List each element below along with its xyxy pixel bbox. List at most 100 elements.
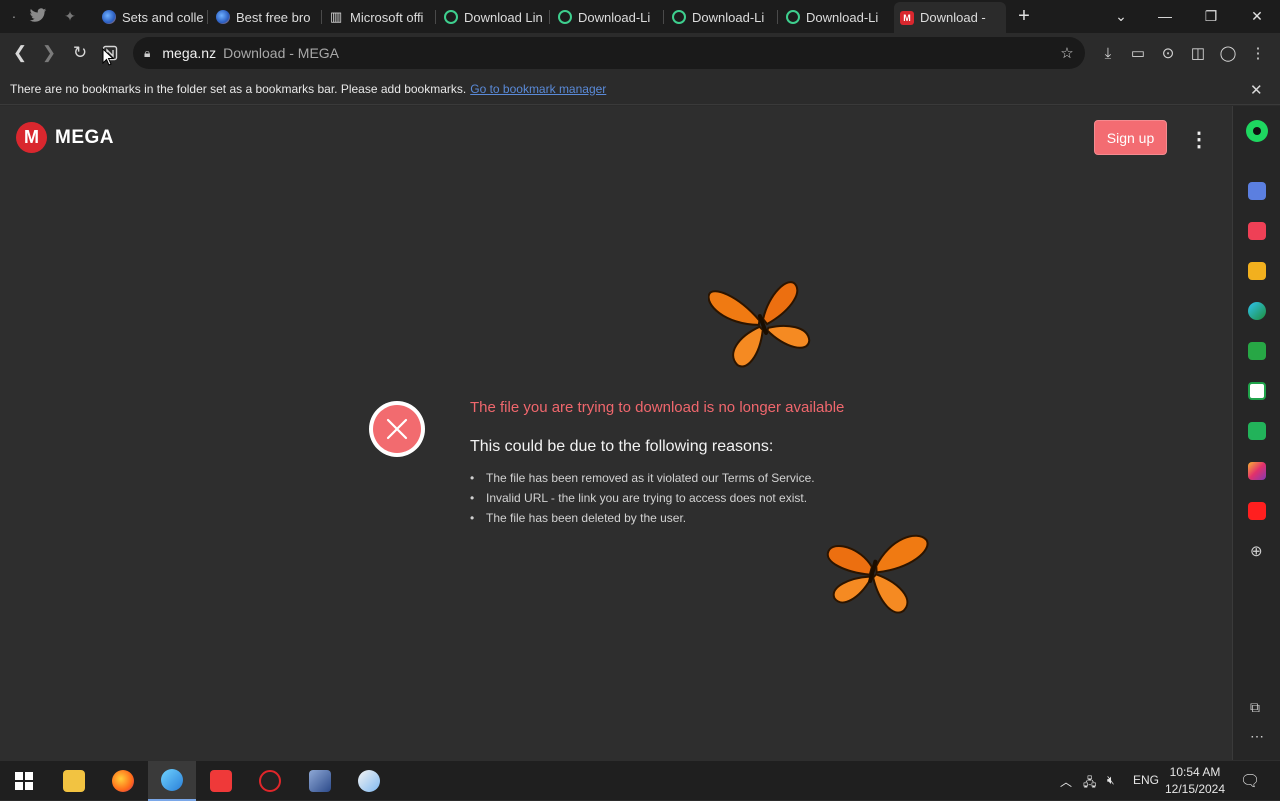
mega-logo[interactable]: M MEGA [16,122,114,153]
notifications-button[interactable]: 🗨︎ [1240,771,1260,791]
profile-button[interactable]: ◯ [1217,42,1239,64]
clock[interactable]: 10:54 AM 12/15/2024 [1160,764,1230,798]
taskbar-vivaldi[interactable] [197,761,245,801]
download-icon: ⤓ [1104,44,1112,62]
start-button[interactable] [0,761,48,801]
tab-download-link-4[interactable]: Download-Li [780,4,892,30]
minimize-icon: — [1158,8,1172,24]
tab-label: Download Lin [464,9,543,25]
tab-label: Sets and colle [122,9,204,25]
language-indicator[interactable]: ENG [1133,773,1159,787]
bookmark-manager-link[interactable]: Go to bookmark manager [470,82,606,96]
messenger-icon[interactable] [1248,182,1266,200]
video-button[interactable]: ▭ [1127,42,1149,64]
favorites-icon[interactable] [1248,262,1266,280]
tab-download-link-3[interactable]: Download-Li [666,4,778,30]
twitter-icon [29,8,47,22]
app-icon [309,770,331,792]
address-bar[interactable]: 🔒︎ mega.nz Download - MEGA [133,37,1085,69]
sidebar-more-button[interactable]: ⋯ [1250,728,1264,745]
plus-icon: ⊕ [1250,543,1263,560]
tab-download-mega-active[interactable]: M Download - [894,2,1006,33]
downloads-button[interactable]: ⤓ [1097,42,1119,64]
loading-ring-icon [786,10,800,24]
stocks-icon[interactable] [1248,382,1266,400]
taskbar-firefox[interactable] [99,761,147,801]
mega-logo-text: MEGA [55,126,114,148]
sign-up-button[interactable]: Sign up [1094,120,1167,155]
add-sidebar-app-button[interactable]: ⊕ [1250,542,1263,560]
page-menu-button[interactable]: ⋮ [1189,128,1209,151]
windows-taskbar: ︿ 🖧︎ 🔇︎ ENG 10:54 AM 12/15/2024 🗨︎ [0,760,1280,801]
close-bookmarks-bar-button[interactable]: ✕ [1250,81,1263,99]
spotify-icon[interactable] [1246,120,1268,142]
plus-icon: + [1018,4,1030,27]
address-page-title: Download - MEGA [223,45,340,61]
reload-button[interactable]: ↻ [66,39,94,67]
new-tab-button[interactable]: + [1010,4,1038,28]
show-hidden-icons-button[interactable]: ︿ [1060,773,1072,790]
app-icon [259,770,281,792]
tab-microsoft-office[interactable]: ▥ Microsoft offi [324,4,436,30]
back-button[interactable]: ❮ [6,39,34,67]
list-item: The file has been deleted by the user. [470,510,815,530]
taskbar-file-explorer[interactable] [50,761,98,801]
open-external-button[interactable]: ⧉ [1250,699,1260,716]
tab-label: Best free bro [236,9,311,25]
add-favorite-button[interactable]: ☆ [1056,42,1078,64]
pinned-tab-twitter[interactable] [24,4,52,28]
video-camera-icon: ▭ [1130,45,1146,62]
pinned-tab-3[interactable]: ✦ [56,4,84,28]
lock-icon[interactable]: 🔒︎ [144,46,150,61]
close-icon: ✕ [1250,82,1263,99]
restore-button[interactable]: ❐ [1188,0,1234,32]
tab-sets-and-collections[interactable]: Sets and colle [96,4,208,30]
more-vertical-icon: ⋮ [1189,128,1209,151]
tab-label: Download-Li [578,9,651,25]
split-view-button[interactable]: ◫ [1187,42,1209,64]
split-view-icon: ◫ [1190,45,1206,62]
tab-strip: · ✦ Sets and colle Best free bro ▥ Micro… [0,0,1280,33]
vivaldi-icon [210,770,232,792]
taskbar-app-red[interactable] [246,761,294,801]
tab-search-button[interactable]: ⌄ [1098,0,1144,32]
browser-menu-button[interactable]: ⋮ [1247,42,1269,64]
screenshot-button[interactable]: ⊙ [1157,42,1179,64]
close-icon: ✕ [1251,7,1263,24]
tab-download-link-2[interactable]: Download-Li [552,4,664,30]
windows-icon [15,772,33,790]
mega-favicon-icon: M [900,10,914,25]
pocket-icon[interactable] [1248,222,1266,240]
tab-download-link-1[interactable]: Download Lin [438,4,550,30]
youtube-icon[interactable] [1248,502,1266,520]
minimize-button[interactable]: — [1142,0,1188,32]
game-icon[interactable] [1248,422,1266,440]
chevron-down-icon: ⌄ [1115,7,1127,24]
edge-icon[interactable] [1248,302,1266,320]
volume-muted-icon[interactable]: 🔇︎ [1107,773,1115,788]
clock-time: 10:54 AM [1169,765,1221,779]
error-icon [369,401,425,457]
reasons-heading: This could be due to the following reaso… [470,438,774,455]
loading-ring-icon [558,10,572,24]
restore-icon: ❐ [1204,7,1218,24]
notification-icon: 🗨︎ [1240,773,1261,790]
tab-best-free-browser[interactable]: Best free bro [210,4,322,30]
taskbar-app-blue[interactable] [296,761,344,801]
chevron-up-icon: ︿ [1060,775,1073,789]
forward-button[interactable]: ❯ [35,39,63,67]
close-window-button[interactable]: ✕ [1234,0,1280,32]
dot-icon: · [11,8,17,24]
whatsapp-icon[interactable] [1248,342,1266,360]
arrow-left-icon: ❮ [12,43,28,62]
paint-icon [358,770,380,792]
butterfly-icon [826,534,929,614]
taskbar-maxthon-browser[interactable] [148,761,196,801]
list-item: The file has been removed as it violated… [470,470,815,490]
browser-favicon-icon [216,10,230,24]
browser-favicon-icon [102,10,116,24]
taskbar-paint[interactable] [345,761,393,801]
instagram-icon[interactable] [1248,462,1266,480]
network-icon[interactable]: 🖧︎ [1083,773,1096,794]
loading-ring-icon [444,10,458,24]
